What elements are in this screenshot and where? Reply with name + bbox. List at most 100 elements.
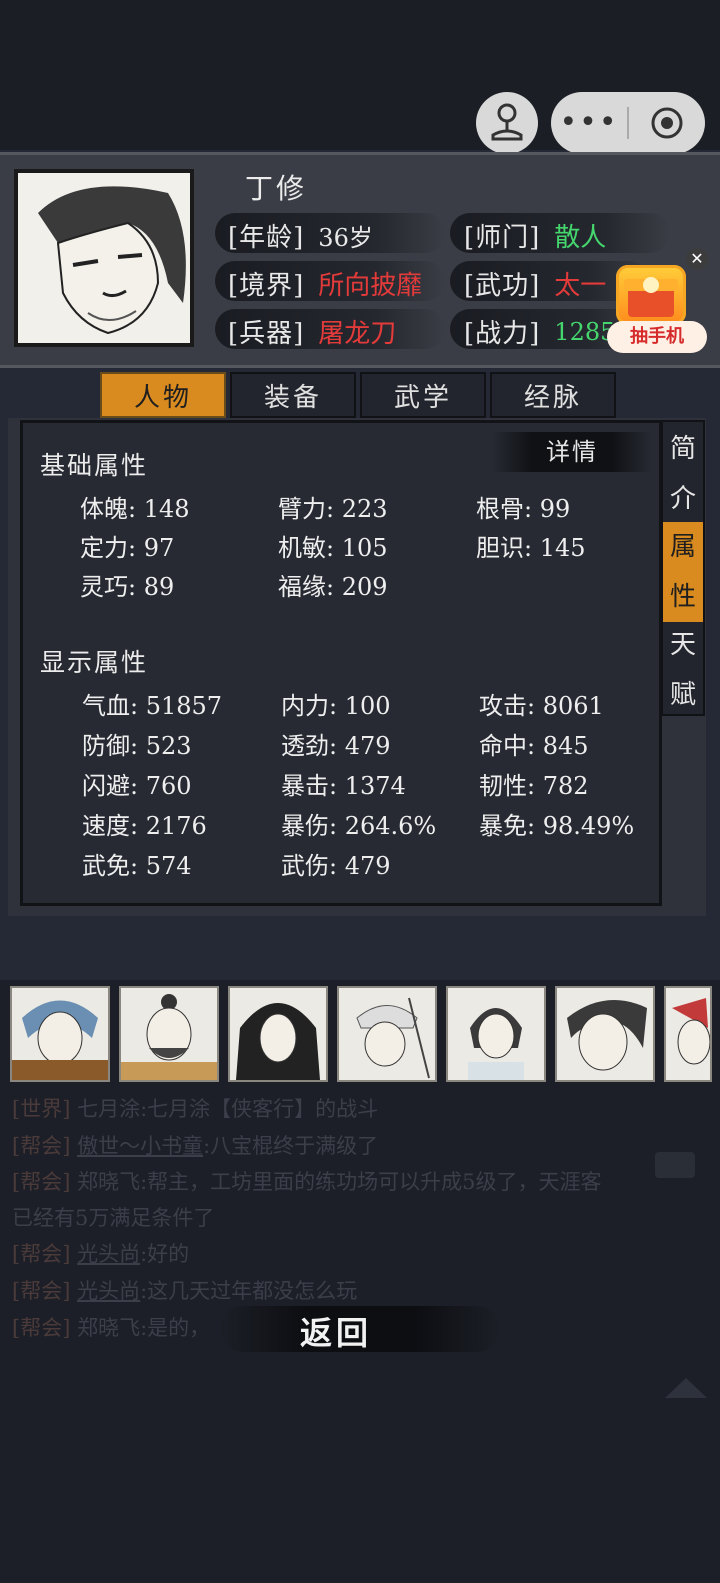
side-tab-intro[interactable]: 简 介 bbox=[663, 424, 703, 524]
close-miniprogram-button[interactable] bbox=[629, 106, 705, 140]
martial-value: 太一 bbox=[554, 271, 607, 301]
stat-physique: 体魄: 148 bbox=[80, 495, 190, 523]
stat-inner-power: 内力: 100 bbox=[281, 692, 391, 720]
chat-user[interactable]: 光头尚 bbox=[77, 1242, 140, 1266]
stat-accuracy: 命中: 845 bbox=[479, 732, 589, 760]
chat-channel: [帮会] bbox=[12, 1170, 71, 1194]
chat-channel: [帮会] bbox=[12, 1242, 71, 1266]
martial-attr: [武功] 太一 bbox=[464, 265, 606, 302]
sect-attr: [师门] 散人 bbox=[464, 217, 606, 254]
character-name: 丁修 bbox=[245, 172, 308, 205]
chat-text: :好的 bbox=[140, 1242, 190, 1266]
side-tab-talent-char1: 天 bbox=[669, 630, 696, 660]
ad-close-icon[interactable]: ✕ bbox=[686, 248, 708, 270]
weapon-value: 屠龙刀 bbox=[318, 319, 397, 349]
joystick-icon bbox=[491, 103, 523, 141]
side-tab-intro-char1: 简 bbox=[669, 434, 696, 464]
chat-channel: [帮会] bbox=[12, 1316, 71, 1340]
stat-agility: 机敏: 105 bbox=[278, 534, 388, 562]
video-icon[interactable] bbox=[655, 1152, 695, 1178]
chat-line: [帮会] 郑晓飞:帮主，工坊里面的练功场可以升成5级了，天涯客 bbox=[12, 1166, 602, 1196]
chat-line: [帮会] 光头尚:好的 bbox=[12, 1238, 189, 1268]
realm-label: [境界] bbox=[228, 271, 305, 301]
hero-avatar[interactable] bbox=[228, 986, 328, 1082]
side-tab-talent[interactable]: 天 赋 bbox=[663, 620, 703, 720]
side-tab-intro-char2: 介 bbox=[669, 484, 696, 514]
chat-user[interactable]: 郑晓飞 bbox=[77, 1316, 140, 1340]
stat-evasion: 闪避: 760 bbox=[82, 772, 192, 800]
age-attr: [年龄] 36岁 bbox=[228, 217, 373, 254]
power-attr: [战力] 12855 bbox=[464, 313, 631, 350]
hero-avatar[interactable] bbox=[337, 986, 437, 1082]
weapon-label: [兵器] bbox=[228, 319, 305, 349]
stat-crit-resist: 暴免: 98.49% bbox=[479, 812, 635, 840]
more-button[interactable]: ••• bbox=[551, 92, 627, 154]
stat-hp: 气血: 51857 bbox=[82, 692, 223, 720]
lottery-ad-icon[interactable] bbox=[616, 265, 686, 325]
stat-crit-damage: 暴伤: 264.6% bbox=[281, 812, 437, 840]
chat-text: :是的， bbox=[140, 1316, 211, 1340]
side-tabs: 简 介 属 性 天 赋 bbox=[661, 420, 705, 716]
tab-martial-arts[interactable]: 武学 bbox=[360, 372, 486, 418]
side-tab-attributes[interactable]: 属 性 bbox=[663, 522, 703, 622]
hero-avatar[interactable] bbox=[555, 986, 655, 1082]
stat-penetration: 透劲: 479 bbox=[281, 732, 391, 760]
stat-attack: 攻击: 8061 bbox=[479, 692, 604, 720]
stat-strength: 臂力: 223 bbox=[278, 495, 388, 523]
basic-attributes-title: 基础属性 bbox=[40, 451, 149, 480]
hero-avatar[interactable] bbox=[119, 986, 219, 1082]
side-tab-talent-char2: 赋 bbox=[669, 680, 696, 710]
realm-attr: [境界] 所向披靡 bbox=[228, 265, 422, 302]
joystick-button[interactable] bbox=[476, 92, 538, 154]
tab-equipment[interactable]: 装备 bbox=[230, 372, 356, 418]
martial-label: [武功] bbox=[464, 271, 541, 301]
hero-avatar[interactable] bbox=[446, 986, 546, 1082]
hero-avatar[interactable] bbox=[10, 986, 110, 1082]
age-value: 36岁 bbox=[318, 224, 373, 252]
stat-dexterity: 灵巧: 89 bbox=[80, 573, 175, 601]
chat-text: 已经有5万满足条件了 bbox=[12, 1206, 215, 1230]
chat-channel: [帮会] bbox=[12, 1134, 71, 1158]
chat-user[interactable]: 光头尚 bbox=[77, 1279, 140, 1303]
chat-text: :八宝棍终于满级了 bbox=[203, 1134, 379, 1158]
lottery-ad-label[interactable]: 抽手机 bbox=[607, 321, 707, 353]
stat-bone: 根骨: 99 bbox=[476, 495, 571, 523]
character-portrait bbox=[14, 169, 194, 347]
weapon-attr: [兵器] 屠龙刀 bbox=[228, 313, 396, 350]
main-tabs: 人物 装备 武学 经脉 bbox=[100, 372, 620, 418]
stat-toughness: 韧性: 782 bbox=[479, 772, 589, 800]
chat-user[interactable]: 郑晓飞 bbox=[77, 1170, 140, 1194]
sect-value: 散人 bbox=[554, 223, 607, 253]
chat-line: [帮会] 郑晓飞:是的， bbox=[12, 1312, 210, 1342]
chat-line: [帮会] 傲世～小书童:八宝棍终于满级了 bbox=[12, 1130, 378, 1160]
chat-text: :这几天过年都没怎么玩 bbox=[140, 1279, 358, 1303]
side-tab-attributes-char2: 性 bbox=[669, 582, 696, 612]
side-tab-attributes-char1: 属 bbox=[669, 532, 696, 562]
chat-channel: [帮会] bbox=[12, 1279, 71, 1303]
stat-speed: 速度: 2176 bbox=[82, 812, 207, 840]
chat-channel: [世界] bbox=[12, 1097, 71, 1121]
scroll-up-icon[interactable] bbox=[665, 1378, 707, 1398]
age-label: [年龄] bbox=[228, 223, 305, 253]
game-screen: ••• 丁修 [年龄] 36岁 [师门] 散人 [境界] 所向披靡 [武功] 太… bbox=[0, 0, 720, 1583]
tab-character[interactable]: 人物 bbox=[100, 372, 226, 418]
chat-text: :七月涂【侠客行】的战斗 bbox=[140, 1097, 379, 1121]
hero-roster bbox=[10, 986, 720, 1082]
details-button[interactable]: 详情 bbox=[492, 432, 652, 472]
stat-fortune: 福缘: 209 bbox=[278, 573, 388, 601]
stat-focus: 定力: 97 bbox=[80, 534, 175, 562]
tab-meridians[interactable]: 经脉 bbox=[490, 372, 616, 418]
chat-user[interactable]: 七月涂 bbox=[77, 1097, 140, 1121]
back-button[interactable]: 返回 bbox=[300, 1308, 372, 1354]
stat-crit: 暴击: 1374 bbox=[281, 772, 406, 800]
chat-line: [世界] 七月涂:七月涂【侠客行】的战斗 bbox=[12, 1093, 378, 1123]
stat-defense: 防御: 523 bbox=[82, 732, 192, 760]
hero-avatar[interactable] bbox=[664, 986, 712, 1082]
display-attributes-title: 显示属性 bbox=[40, 648, 149, 677]
stat-martial-damage: 武伤: 479 bbox=[281, 852, 391, 880]
realm-value: 所向披靡 bbox=[318, 271, 423, 301]
chat-line: [帮会] 光头尚:这几天过年都没怎么玩 bbox=[12, 1275, 357, 1305]
stat-courage: 胆识: 145 bbox=[476, 534, 586, 562]
chat-line: 已经有5万满足条件了 bbox=[12, 1202, 214, 1232]
chat-user[interactable]: 傲世～小书童 bbox=[77, 1134, 203, 1158]
